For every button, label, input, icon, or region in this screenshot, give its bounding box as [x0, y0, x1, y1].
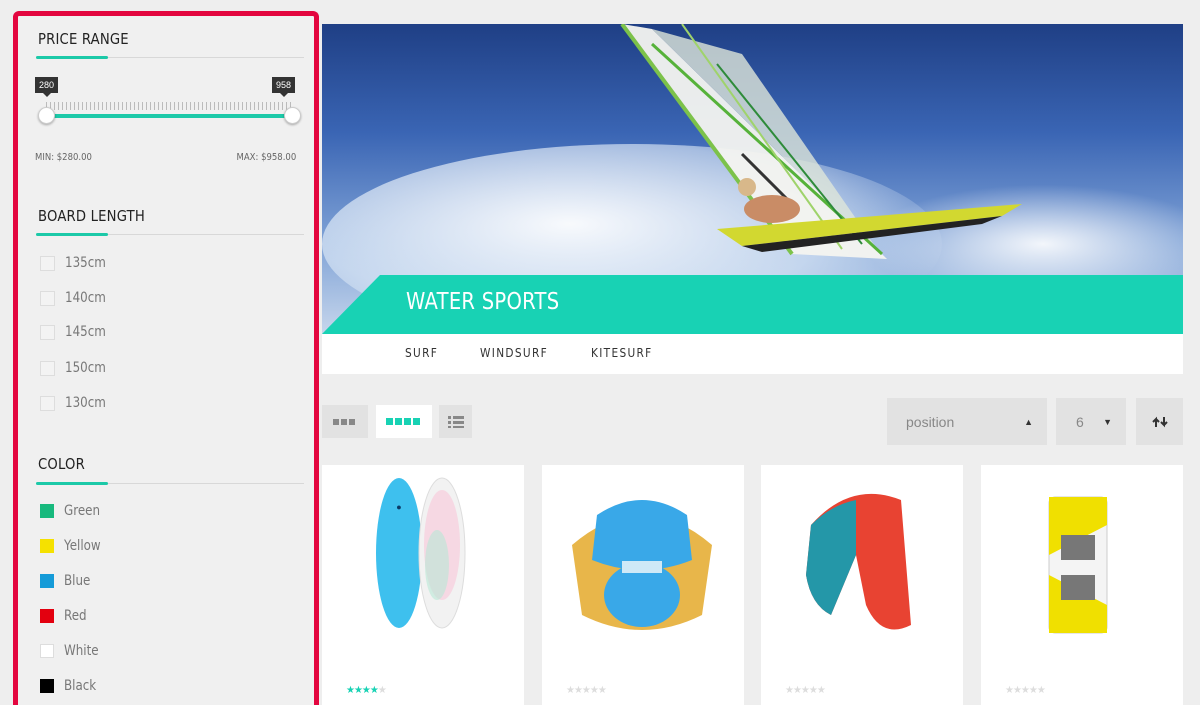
grid-3-icon [333, 418, 355, 425]
checkbox[interactable] [40, 255, 55, 271]
kite-icon [806, 493, 911, 630]
product-card[interactable]: ★★★★★ [761, 465, 963, 705]
color-swatch[interactable] [40, 609, 54, 623]
option-label: Blue [64, 573, 91, 589]
color-option-red[interactable]: Red [40, 607, 91, 625]
option-label: 140cm [65, 290, 106, 306]
product-card[interactable]: ★★★★★ [542, 465, 744, 705]
product-rating: ★★★★★ [1005, 685, 1046, 696]
subnav-surf[interactable]: SURF [405, 346, 438, 360]
option-label: Black [64, 678, 97, 694]
section-accent [36, 482, 108, 485]
color-option-white[interactable]: White [40, 642, 105, 660]
color-title: COLOR [38, 455, 85, 473]
harness-icon [572, 500, 712, 630]
section-accent [36, 56, 108, 59]
price-min-label: MIN: $280.00 [35, 152, 92, 163]
length-option-135[interactable]: 135cm [40, 254, 113, 272]
length-option-140[interactable]: 140cm [40, 289, 113, 307]
price-slider-track[interactable] [46, 114, 294, 118]
view-grid-3-button[interactable] [322, 405, 368, 438]
length-option-145[interactable]: 145cm [40, 323, 113, 341]
limit-select[interactable]: 6 ▼ [1056, 398, 1126, 445]
option-label: Yellow [64, 538, 101, 554]
product-card[interactable]: ★★★★★ [981, 465, 1183, 705]
color-option-yellow[interactable]: Yellow [40, 537, 107, 555]
price-high-tooltip: 958 [272, 77, 296, 97]
board-length-title: BOARD LENGTH [38, 207, 145, 225]
product-card[interactable]: ● ★★★★★ [322, 465, 524, 705]
category-banner: WATER SPORTS [322, 275, 1183, 334]
color-swatch[interactable] [40, 574, 54, 588]
select-arrow-icon: ▲ [1024, 416, 1033, 427]
list-icon [447, 415, 464, 428]
color-swatch[interactable] [40, 504, 54, 518]
sort-value: position [906, 413, 955, 430]
color-swatch[interactable] [40, 644, 54, 658]
option-label: Green [64, 503, 101, 519]
kiteboard-icon [1048, 496, 1108, 634]
view-list-button[interactable] [439, 405, 472, 438]
color-option-black[interactable]: Black [40, 677, 102, 695]
price-low-tooltip: 280 [35, 77, 59, 97]
price-max-handle[interactable] [284, 107, 301, 124]
sort-direction-button[interactable] [1136, 398, 1183, 445]
sort-select[interactable]: position ▲ [887, 398, 1047, 445]
option-label: 130cm [65, 395, 106, 411]
limit-value: 6 [1076, 413, 1084, 430]
option-label: 150cm [65, 360, 106, 376]
length-option-150[interactable]: 150cm [40, 359, 113, 377]
option-label: 135cm [65, 255, 106, 271]
checkbox[interactable] [40, 395, 55, 411]
view-grid-4-button[interactable] [376, 405, 432, 438]
color-swatch[interactable] [40, 539, 54, 553]
product-rating: ★★★★★ [346, 685, 387, 696]
filter-sidebar: PRICE RANGE 280 958 MIN: $280.00 MAX: $9… [13, 11, 319, 705]
slider-ticks [46, 102, 294, 110]
option-label: White [64, 643, 99, 659]
category-hero-image: WATER SPORTS [322, 24, 1183, 334]
price-max-label: MAX: $958.00 [236, 152, 296, 163]
sort-direction-icon [1151, 416, 1168, 427]
checkbox[interactable] [40, 290, 55, 306]
color-option-blue[interactable]: Blue [40, 572, 95, 590]
checkbox[interactable] [40, 324, 55, 340]
subnav-windsurf[interactable]: WINDSURF [480, 346, 548, 360]
product-rating: ★★★★★ [785, 685, 826, 696]
grid-4-icon [386, 418, 420, 425]
svg-text:●: ● [396, 502, 401, 512]
option-label: Red [64, 608, 87, 624]
color-option-green[interactable]: Green [40, 502, 106, 520]
select-arrow-icon: ▼ [1103, 416, 1112, 427]
price-min-handle[interactable] [38, 107, 55, 124]
option-label: 145cm [65, 324, 106, 340]
price-range-title: PRICE RANGE [38, 30, 129, 48]
color-swatch[interactable] [40, 679, 54, 693]
category-title: WATER SPORTS [406, 289, 560, 315]
checkbox[interactable] [40, 360, 55, 376]
price-slider-fill [46, 114, 294, 118]
section-accent [36, 233, 108, 236]
product-rating: ★★★★★ [566, 685, 607, 696]
subcategory-nav: SURF WINDSURF KITESURF [322, 334, 1183, 374]
subnav-kitesurf[interactable]: KITESURF [591, 346, 653, 360]
surfboard-icon: ● [376, 477, 466, 629]
length-option-130[interactable]: 130cm [40, 394, 113, 412]
